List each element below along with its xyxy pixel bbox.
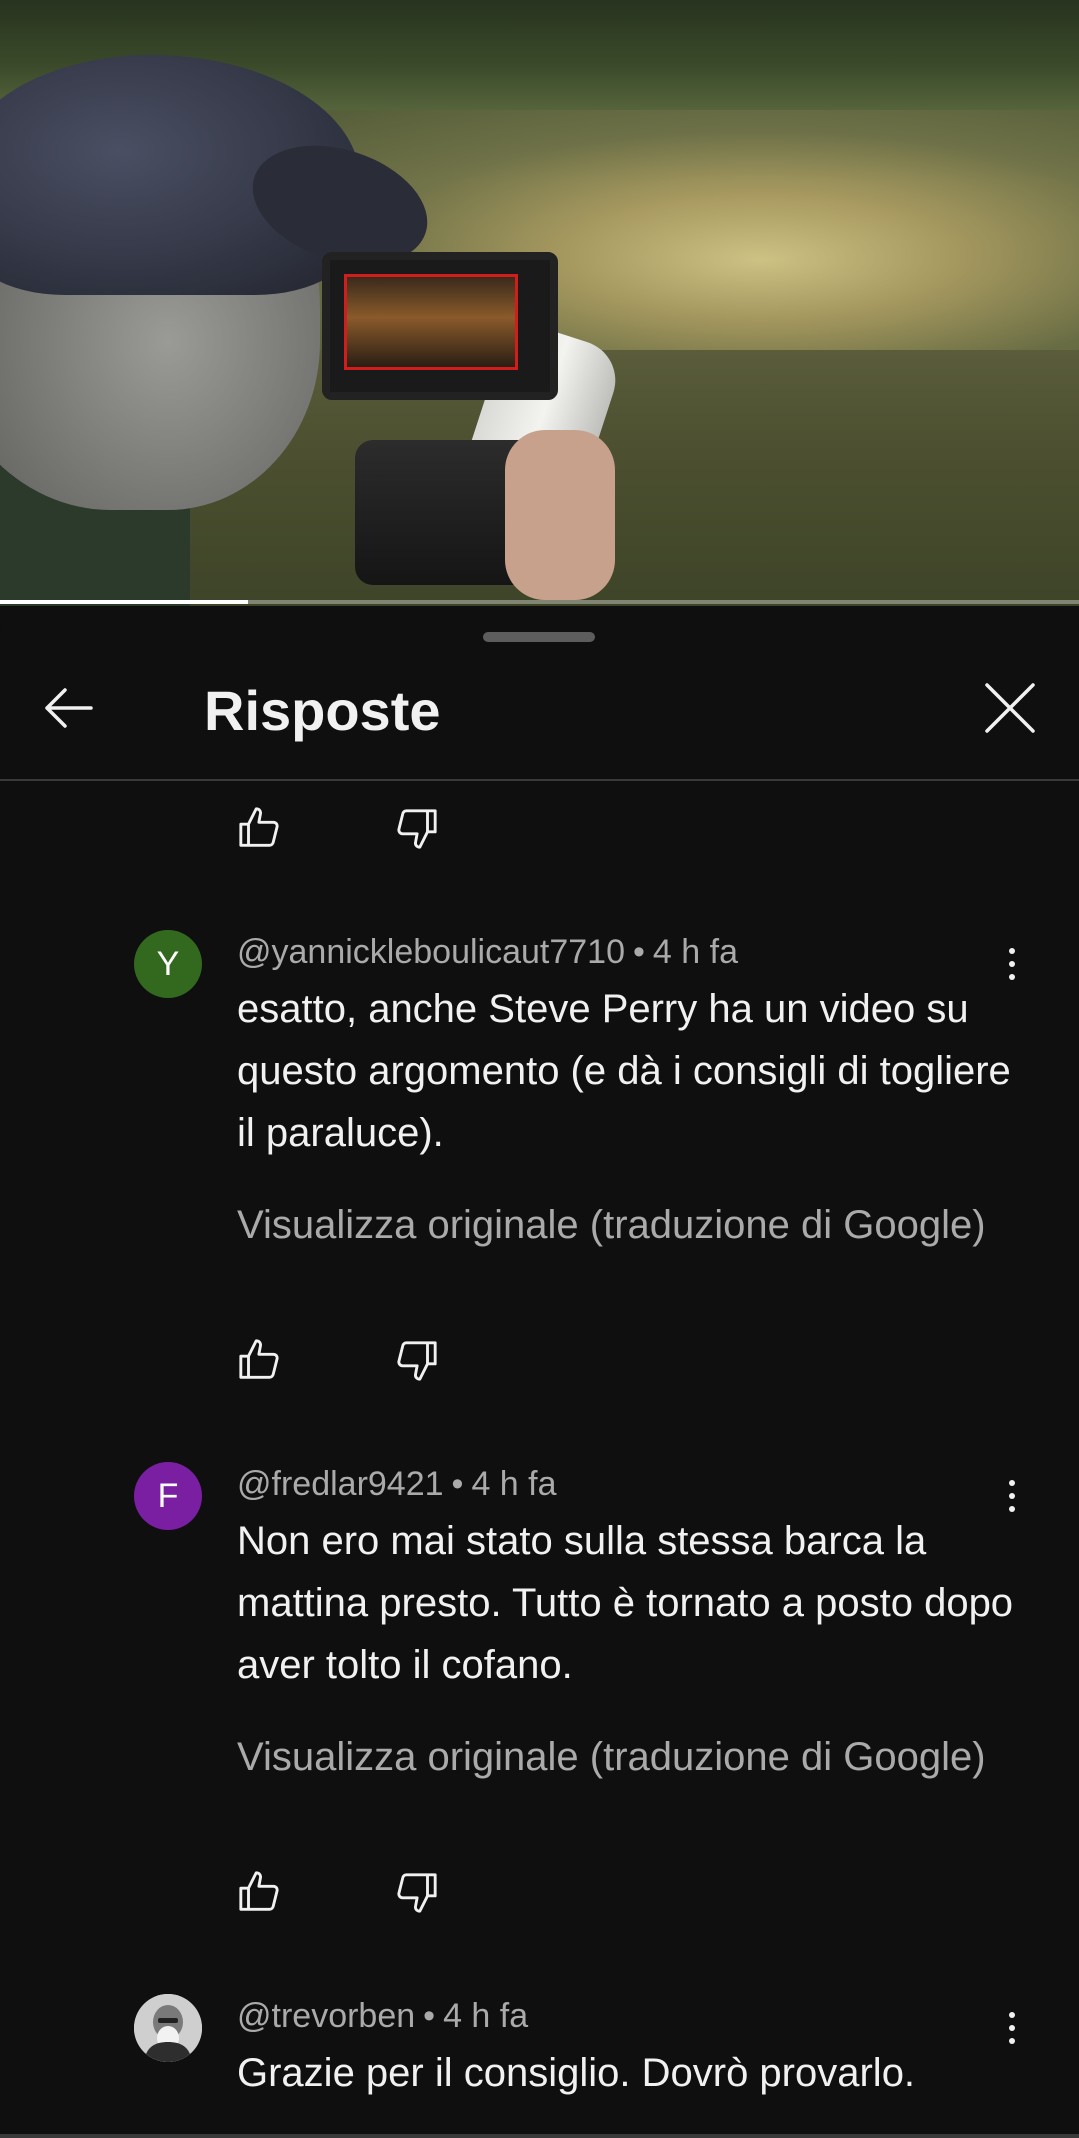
thumb-down-icon bbox=[397, 1873, 437, 1913]
close-button[interactable] bbox=[978, 676, 1042, 740]
avatar[interactable]: F bbox=[134, 1462, 202, 1530]
thumb-up-icon bbox=[239, 1871, 279, 1911]
meta-separator: • bbox=[451, 1465, 464, 1503]
header-divider bbox=[0, 779, 1079, 781]
thumb-down-icon bbox=[397, 1341, 437, 1381]
replies-sheet bbox=[0, 608, 1079, 2138]
more-vertical-icon bbox=[1009, 2025, 1015, 2031]
bottom-edge bbox=[0, 2134, 1079, 2138]
avatar-letter: F bbox=[157, 1476, 179, 1515]
video-progress-fill bbox=[0, 600, 249, 604]
comment-meta: @yannickleboulicaut7710 • 4 h fa bbox=[237, 930, 738, 974]
comment-text: Grazie per il consiglio. Dovrò provarlo. bbox=[237, 2051, 916, 2095]
comment-author[interactable]: @yannickleboulicaut7710 bbox=[237, 933, 625, 971]
meta-separator: • bbox=[423, 1997, 436, 2035]
dislike-button[interactable] bbox=[384, 796, 448, 860]
comment-time: 4 h fa bbox=[471, 1465, 557, 1503]
view-original-link[interactable]: Visualizza originale (traduzione di Goog… bbox=[237, 1730, 986, 1784]
like-button[interactable] bbox=[228, 1860, 292, 1924]
back-button[interactable] bbox=[36, 676, 100, 740]
comment-author[interactable]: @trevorben bbox=[237, 1997, 415, 2035]
like-button[interactable] bbox=[228, 796, 292, 860]
thumb-up-icon bbox=[239, 807, 279, 847]
close-icon bbox=[985, 683, 1035, 733]
video-frame-monitor bbox=[322, 252, 558, 400]
comment-author[interactable]: @fredlar9421 bbox=[237, 1465, 444, 1503]
more-vertical-icon bbox=[1009, 961, 1015, 967]
comment-meta: @trevorben • 4 h fa bbox=[237, 1994, 528, 2038]
thumb-down-icon bbox=[397, 809, 437, 849]
view-original-link[interactable]: Visualizza originale (traduzione di Goog… bbox=[237, 1198, 986, 1252]
sheet-drag-handle[interactable] bbox=[483, 632, 595, 642]
avatar[interactable] bbox=[134, 1994, 202, 2062]
video-frame-monitor-screen bbox=[344, 274, 518, 370]
video-frame-hand bbox=[505, 430, 615, 600]
comment-text: Non ero mai stato sulla stessa barca la … bbox=[237, 1519, 1014, 1687]
meta-separator: • bbox=[633, 933, 645, 971]
comment-time: 4 h fa bbox=[652, 933, 738, 971]
video-player[interactable] bbox=[0, 0, 1079, 606]
comment-meta: @fredlar9421 • 4 h fa bbox=[237, 1462, 557, 1506]
more-vertical-icon bbox=[1009, 1493, 1015, 1499]
comment-time: 4 h fa bbox=[443, 1997, 529, 2035]
arrow-left-icon bbox=[45, 688, 93, 728]
avatar[interactable]: Y bbox=[134, 930, 202, 998]
page-title: Risposte bbox=[204, 679, 441, 742]
dislike-button[interactable] bbox=[384, 1328, 448, 1392]
dislike-button[interactable] bbox=[384, 1860, 448, 1924]
avatar-letter: Y bbox=[156, 944, 180, 983]
comment-text: esatto, anche Steve Perry ha un video su… bbox=[237, 987, 1011, 1155]
like-button[interactable] bbox=[228, 1328, 292, 1392]
thumb-up-icon bbox=[239, 1339, 279, 1379]
user-photo-icon bbox=[134, 1994, 202, 2062]
